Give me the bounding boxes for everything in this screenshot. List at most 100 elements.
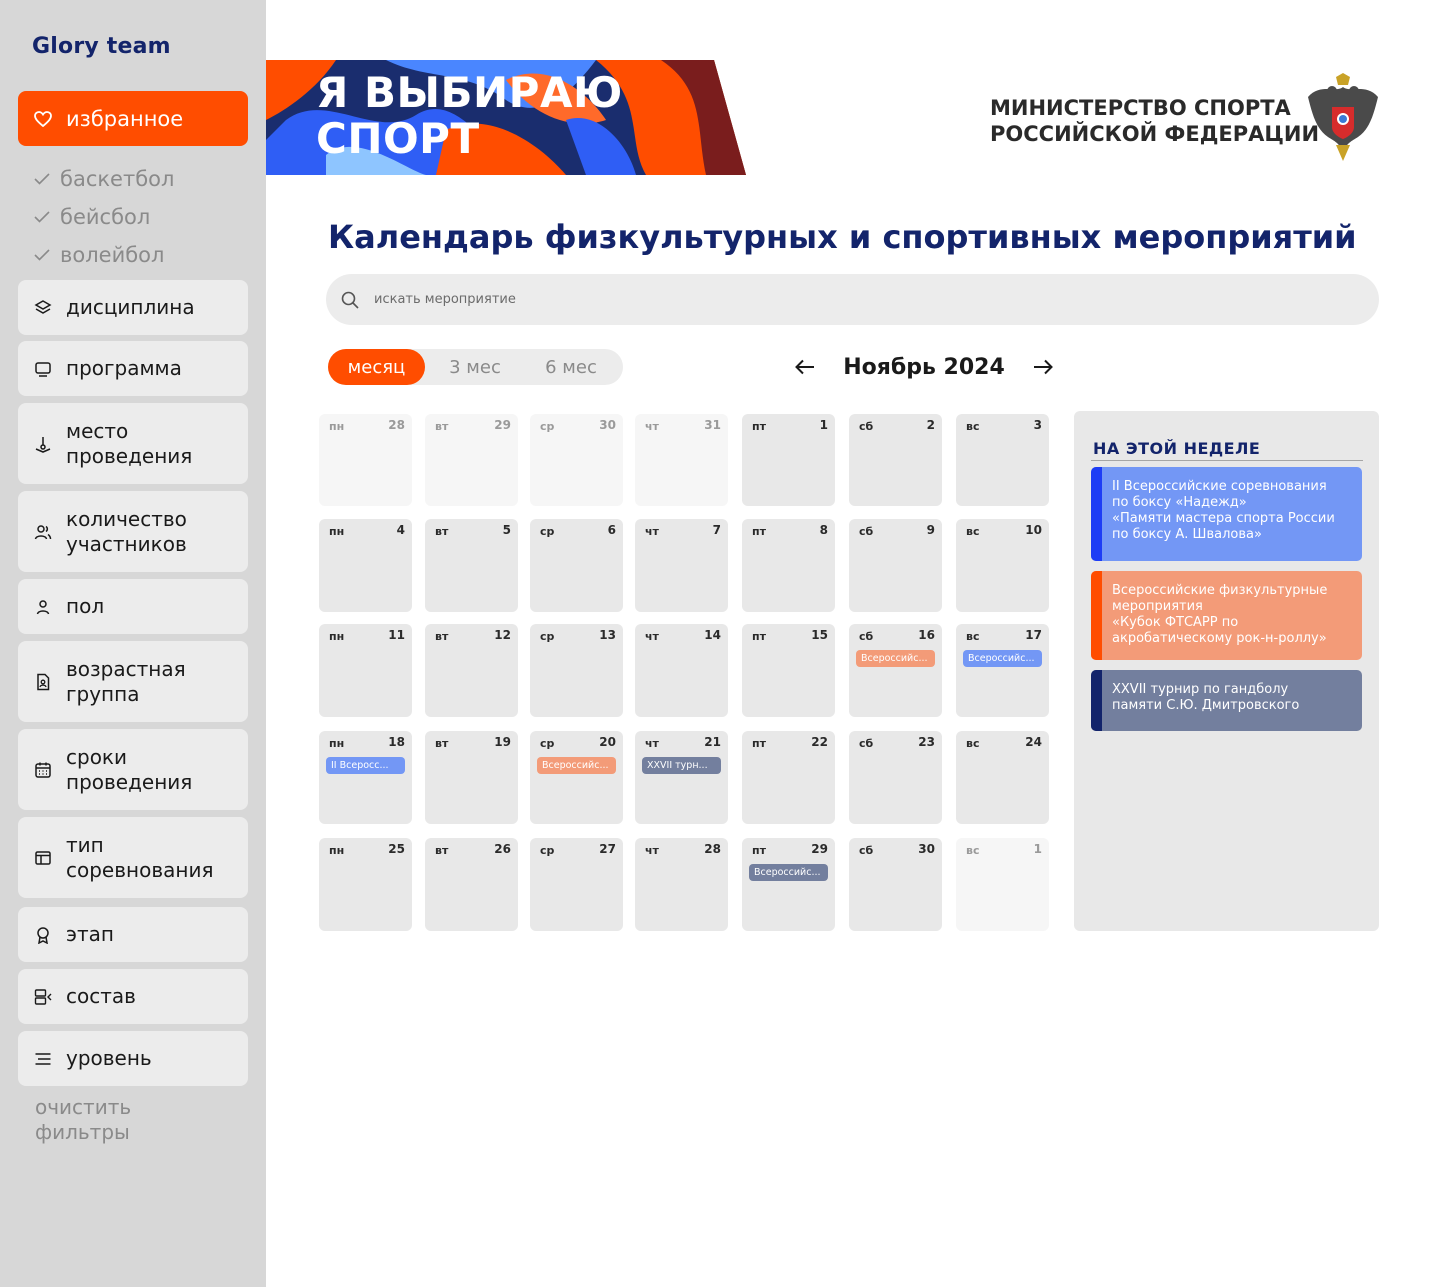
calendar-day[interactable]: пт 29 Всероссийс... <box>742 838 835 931</box>
event-chip[interactable]: Всероссийс... <box>537 757 616 774</box>
check-icon <box>34 171 50 187</box>
event-chip[interactable]: Всероссийс... <box>963 650 1042 667</box>
weekday-label: сб <box>859 525 874 538</box>
period-tabs: месяц 3 мес 6 мес <box>328 349 623 385</box>
filter-label: этап <box>66 922 114 946</box>
calendar-day[interactable]: вт 12 <box>425 624 518 717</box>
weekday-label: пн <box>329 737 345 750</box>
favorite-label: бейсбол <box>60 205 151 229</box>
search-icon[interactable] <box>340 290 360 310</box>
calendar-day[interactable]: вс 24 <box>956 731 1049 824</box>
favorite-item[interactable]: бейсбол <box>34 198 174 236</box>
filter-level[interactable]: уровень <box>18 1031 248 1086</box>
filter-venue[interactable]: место проведения <box>18 403 248 484</box>
tab-3-months[interactable]: 3 мес <box>425 349 525 385</box>
calendar-day[interactable]: сб 9 <box>849 519 942 612</box>
week-event-card[interactable]: II Всероссийские соревнования по боксу «… <box>1091 467 1362 561</box>
weekday-label: ср <box>540 525 555 538</box>
location-icon <box>34 435 52 453</box>
calendar-day[interactable]: пн 18 II Всеросс... <box>319 731 412 824</box>
calendar-day[interactable]: чт 7 <box>635 519 728 612</box>
arrow-left-icon[interactable] <box>794 356 816 378</box>
event-chip[interactable]: II Всеросс... <box>326 757 405 774</box>
calendar-day[interactable]: вт 29 <box>425 414 518 506</box>
calendar-day[interactable]: пн 4 <box>319 519 412 612</box>
calendar-day[interactable]: пт 1 <box>742 414 835 506</box>
calendar-day[interactable]: вс 1 <box>956 838 1049 931</box>
filter-competition-type[interactable]: тип соревнования <box>18 817 248 898</box>
calendar-day[interactable]: ср 20 Всероссийс... <box>530 731 623 824</box>
calendar-day[interactable]: пн 25 <box>319 838 412 931</box>
weekday-label: вт <box>435 525 449 538</box>
users-icon <box>34 523 52 541</box>
arrow-right-icon[interactable] <box>1032 356 1054 378</box>
calendar-day[interactable]: сб 16 Всероссийс... <box>849 624 942 717</box>
calendar-day[interactable]: вс 3 <box>956 414 1049 506</box>
calendar-day[interactable]: ср 13 <box>530 624 623 717</box>
calendar-day[interactable]: ср 27 <box>530 838 623 931</box>
event-chip[interactable]: XXVII турн... <box>642 757 721 774</box>
event-title: Всероссийские физкультурные мероприятия … <box>1112 583 1328 646</box>
weekday-label: пн <box>329 525 345 538</box>
weekday-label: чт <box>645 630 659 643</box>
calendar-day[interactable]: пт 8 <box>742 519 835 612</box>
brand-logo[interactable]: Glory team <box>32 34 171 59</box>
calendar-day[interactable]: сб 2 <box>849 414 942 506</box>
day-number: 21 <box>704 735 721 749</box>
weekday-label: ср <box>540 737 555 750</box>
calendar-day[interactable]: чт 14 <box>635 624 728 717</box>
clear-filters-link[interactable]: очистить фильтры <box>35 1095 131 1145</box>
filter-dates[interactable]: сроки проведения <box>18 729 248 810</box>
filter-gender[interactable]: пол <box>18 579 248 634</box>
calendar-day[interactable]: вт 26 <box>425 838 518 931</box>
filter-label: возрастная группа <box>66 656 186 706</box>
calendar-day[interactable]: вт 19 <box>425 731 518 824</box>
week-panel-title: НА ЭТОЙ НЕДЕЛЕ <box>1093 439 1261 458</box>
check-icon <box>34 209 50 225</box>
filter-label: дисциплина <box>66 295 195 319</box>
filter-participants[interactable]: количество участников <box>18 491 248 572</box>
calendar-day[interactable]: пн 11 <box>319 624 412 717</box>
calendar-day[interactable]: вс 17 Всероссийс... <box>956 624 1049 717</box>
calendar-day[interactable]: сб 23 <box>849 731 942 824</box>
favorite-item[interactable]: баскетбол <box>34 160 174 198</box>
weekday-label: ср <box>540 844 555 857</box>
menu-lines-icon <box>34 1050 52 1068</box>
day-number: 23 <box>918 735 935 749</box>
favorite-item[interactable]: волейбол <box>34 236 174 274</box>
search-input[interactable] <box>374 292 1274 307</box>
weekday-label: пт <box>752 737 766 750</box>
weekday-label: ср <box>540 630 555 643</box>
filter-age-group[interactable]: возрастная группа <box>18 641 248 722</box>
calendar-day[interactable]: ср 6 <box>530 519 623 612</box>
tab-6-months[interactable]: 6 мес <box>525 349 617 385</box>
calendar-day[interactable]: чт 21 XXVII турн... <box>635 731 728 824</box>
day-number: 12 <box>494 628 511 642</box>
filter-discipline[interactable]: дисциплина <box>18 280 248 335</box>
calendar-day[interactable]: вс 10 <box>956 519 1049 612</box>
weekday-label: вт <box>435 737 449 750</box>
user-icon <box>34 598 52 616</box>
calendar-day[interactable]: чт 28 <box>635 838 728 931</box>
event-chip[interactable]: Всероссийс... <box>856 650 935 667</box>
calendar-day[interactable]: чт 31 <box>635 414 728 506</box>
week-event-card[interactable]: Всероссийские физкультурные мероприятия … <box>1091 571 1362 660</box>
filter-stage[interactable]: этап <box>18 907 248 962</box>
filter-roster[interactable]: состав <box>18 969 248 1024</box>
event-chip[interactable]: Всероссийс... <box>749 864 828 881</box>
calendar-day[interactable]: вт 5 <box>425 519 518 612</box>
day-number: 22 <box>811 735 828 749</box>
favorites-list: баскетбол бейсбол волейбол <box>34 160 174 274</box>
favorites-button[interactable]: избранное <box>18 91 248 146</box>
calendar-day[interactable]: пт 15 <box>742 624 835 717</box>
calendar-day[interactable]: сб 30 <box>849 838 942 931</box>
calendar-day[interactable]: ср 30 <box>530 414 623 506</box>
tab-month[interactable]: месяц <box>328 349 425 385</box>
weekday-label: вт <box>435 630 449 643</box>
day-number: 7 <box>712 523 721 537</box>
calendar-day[interactable]: пт 22 <box>742 731 835 824</box>
filter-program[interactable]: программа <box>18 341 248 396</box>
week-event-card[interactable]: XXVII турнир по гандболу памяти С.Ю. Дми… <box>1091 670 1362 731</box>
ministry-name: МИНИСТЕРСТВО СПОРТА РОССИЙСКОЙ ФЕДЕРАЦИИ <box>990 96 1320 146</box>
calendar-day[interactable]: пн 28 <box>319 414 412 506</box>
